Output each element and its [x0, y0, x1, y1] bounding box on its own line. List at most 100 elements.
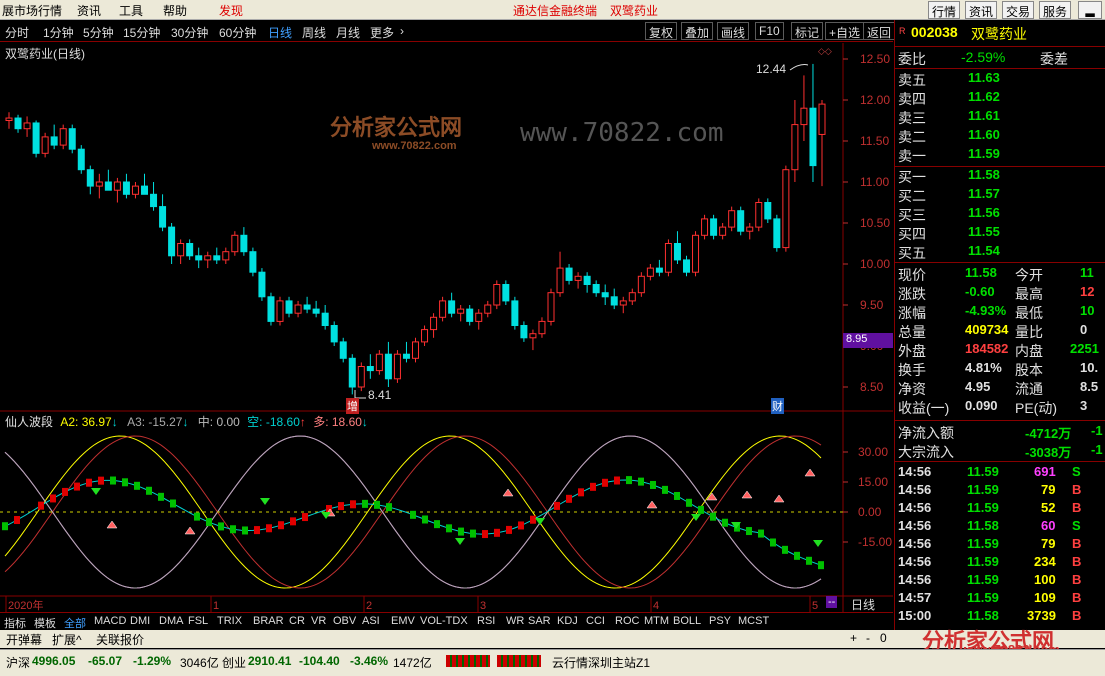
- zero-icon[interactable]: 0: [880, 631, 887, 645]
- candle-body: [764, 202, 772, 220]
- tab-emv[interactable]: EMV: [391, 615, 415, 627]
- up-arrow-icon: [106, 520, 118, 529]
- server-status[interactable]: 云行情深圳主站Z1: [552, 654, 650, 671]
- danmaku-button[interactable]: 开弹幕: [6, 631, 42, 648]
- band-block: [134, 481, 140, 490]
- info-button[interactable]: 资讯: [965, 1, 998, 19]
- plus-icon[interactable]: +: [850, 631, 857, 645]
- period-fenshi[interactable]: 分时: [5, 24, 29, 41]
- candle-body: [673, 243, 681, 261]
- service-button[interactable]: 服务: [1039, 1, 1072, 19]
- tab-kdj[interactable]: KDJ: [557, 615, 578, 627]
- expand-button[interactable]: 扩展^: [52, 631, 82, 648]
- tab-指标[interactable]: 指标: [4, 615, 26, 631]
- stat-label: 涨跌: [898, 286, 926, 302]
- period-60min[interactable]: 60分钟: [219, 24, 256, 41]
- tab-wr[interactable]: WR: [506, 615, 524, 627]
- overlay-button[interactable]: 叠加: [681, 22, 714, 40]
- band-block: [470, 529, 476, 538]
- tab-cci[interactable]: CCI: [586, 615, 605, 627]
- flow-value: -4712万: [1025, 426, 1072, 441]
- period-weekly[interactable]: 周线: [302, 24, 326, 41]
- tab-trix[interactable]: TRIX: [217, 615, 242, 627]
- tick-time: 14:56: [898, 464, 932, 479]
- menu-help[interactable]: 帮助: [163, 2, 187, 19]
- indicator-tabs: 指标 模板 全部 MACD DMI DMA FSL TRIX BRAR CR VR OBV ASI EMV…: [0, 612, 893, 630]
- tab-sar[interactable]: SAR: [528, 615, 551, 627]
- draw-button[interactable]: 画线: [717, 22, 750, 40]
- period-1min[interactable]: 1分钟: [43, 24, 74, 41]
- minimize-icon[interactable]: ▂: [1078, 1, 1102, 19]
- tab-dmi[interactable]: DMI: [130, 615, 150, 627]
- stat-row: 净资 4.95 流通 8.5: [895, 379, 1105, 398]
- mark-button[interactable]: 标记: [791, 22, 824, 40]
- tab-vol-tdx[interactable]: VOL-TDX: [420, 615, 468, 627]
- minus-icon[interactable]: -: [866, 631, 870, 645]
- f10-button[interactable]: F10: [755, 22, 784, 40]
- period-more[interactable]: 更多: [370, 24, 394, 41]
- tab-全部[interactable]: 全部: [64, 615, 86, 631]
- tab-roc[interactable]: ROC: [615, 615, 639, 627]
- tick-time: 14:56: [898, 482, 932, 497]
- promo-stock[interactable]: 双鹭药业: [610, 2, 658, 19]
- tab-模板[interactable]: 模板: [34, 615, 56, 631]
- tab-vr[interactable]: VR: [311, 615, 326, 627]
- tag-zeng[interactable]: 增: [346, 398, 359, 414]
- chevron-right-icon[interactable]: ›: [400, 24, 404, 38]
- tick-volume: 79: [1041, 482, 1056, 497]
- candle-body: [231, 234, 239, 253]
- candle-body: [610, 296, 618, 306]
- ask-row[interactable]: 卖二 11.60: [895, 127, 1105, 146]
- period-15min[interactable]: 15分钟: [123, 24, 160, 41]
- related-quote-button[interactable]: 关联报价: [96, 631, 144, 648]
- promo-terminal[interactable]: 通达信金融终端: [513, 2, 597, 19]
- indicator-duo: 多: 18.60: [313, 415, 362, 429]
- period-30min[interactable]: 30分钟: [171, 24, 208, 41]
- tick-side: B: [1072, 554, 1082, 569]
- indicator-name[interactable]: 仙人波段: [5, 415, 53, 429]
- menu-market[interactable]: 展市场行情: [2, 2, 62, 19]
- adjust-button[interactable]: 复权: [645, 22, 678, 40]
- add-watchlist-button[interactable]: +自选: [825, 22, 865, 40]
- trade-button[interactable]: 交易: [1002, 1, 1035, 19]
- tab-cr[interactable]: CR: [289, 615, 305, 627]
- tab-fsl[interactable]: FSL: [188, 615, 208, 627]
- ask-row[interactable]: 卖四 11.62: [895, 89, 1105, 108]
- ask-row[interactable]: 卖三 11.61: [895, 108, 1105, 127]
- tab-psy[interactable]: PSY: [709, 615, 731, 627]
- book-divider: [895, 166, 1105, 167]
- tab-asi[interactable]: ASI: [362, 615, 380, 627]
- menu-news[interactable]: 资讯: [77, 2, 101, 19]
- menu-tools[interactable]: 工具: [119, 2, 143, 19]
- period-5min[interactable]: 5分钟: [83, 24, 114, 41]
- menu-discover[interactable]: 发现: [219, 2, 243, 19]
- tag-cai[interactable]: 财: [771, 398, 784, 414]
- period-monthly[interactable]: 月线: [336, 24, 360, 41]
- scroll-marker[interactable]: --: [826, 596, 838, 608]
- back-button[interactable]: 返回: [863, 22, 896, 40]
- quote-button[interactable]: 行情: [928, 1, 961, 19]
- ask-row[interactable]: 卖一 11.59: [895, 146, 1105, 165]
- bid-row[interactable]: 买四 11.55: [895, 224, 1105, 243]
- ask-label: 卖二: [898, 129, 926, 145]
- tab-macd[interactable]: MACD: [94, 615, 126, 627]
- tab-boll[interactable]: BOLL: [673, 615, 701, 627]
- tab-dma[interactable]: DMA: [159, 615, 183, 627]
- time-tick-label: 2020年: [8, 598, 43, 612]
- ask-row[interactable]: 卖五 11.63: [895, 70, 1105, 89]
- candle-body: [276, 300, 284, 322]
- candle-body: [782, 169, 790, 249]
- tab-brar[interactable]: BRAR: [253, 615, 284, 627]
- stat-label-2: 今开: [1015, 267, 1043, 283]
- bid-row[interactable]: 买五 11.54: [895, 243, 1105, 262]
- tab-mcst[interactable]: MCST: [738, 615, 769, 627]
- tab-obv[interactable]: OBV: [333, 615, 356, 627]
- candle-body: [95, 181, 103, 187]
- bid-row[interactable]: 买一 11.58: [895, 167, 1105, 186]
- tab-rsi[interactable]: RSI: [477, 615, 495, 627]
- bid-row[interactable]: 买三 11.56: [895, 205, 1105, 224]
- period-daily[interactable]: 日线: [268, 24, 292, 41]
- stat-value-2: 3: [1080, 398, 1088, 413]
- tab-mtm[interactable]: MTM: [644, 615, 669, 627]
- bid-row[interactable]: 买二 11.57: [895, 186, 1105, 205]
